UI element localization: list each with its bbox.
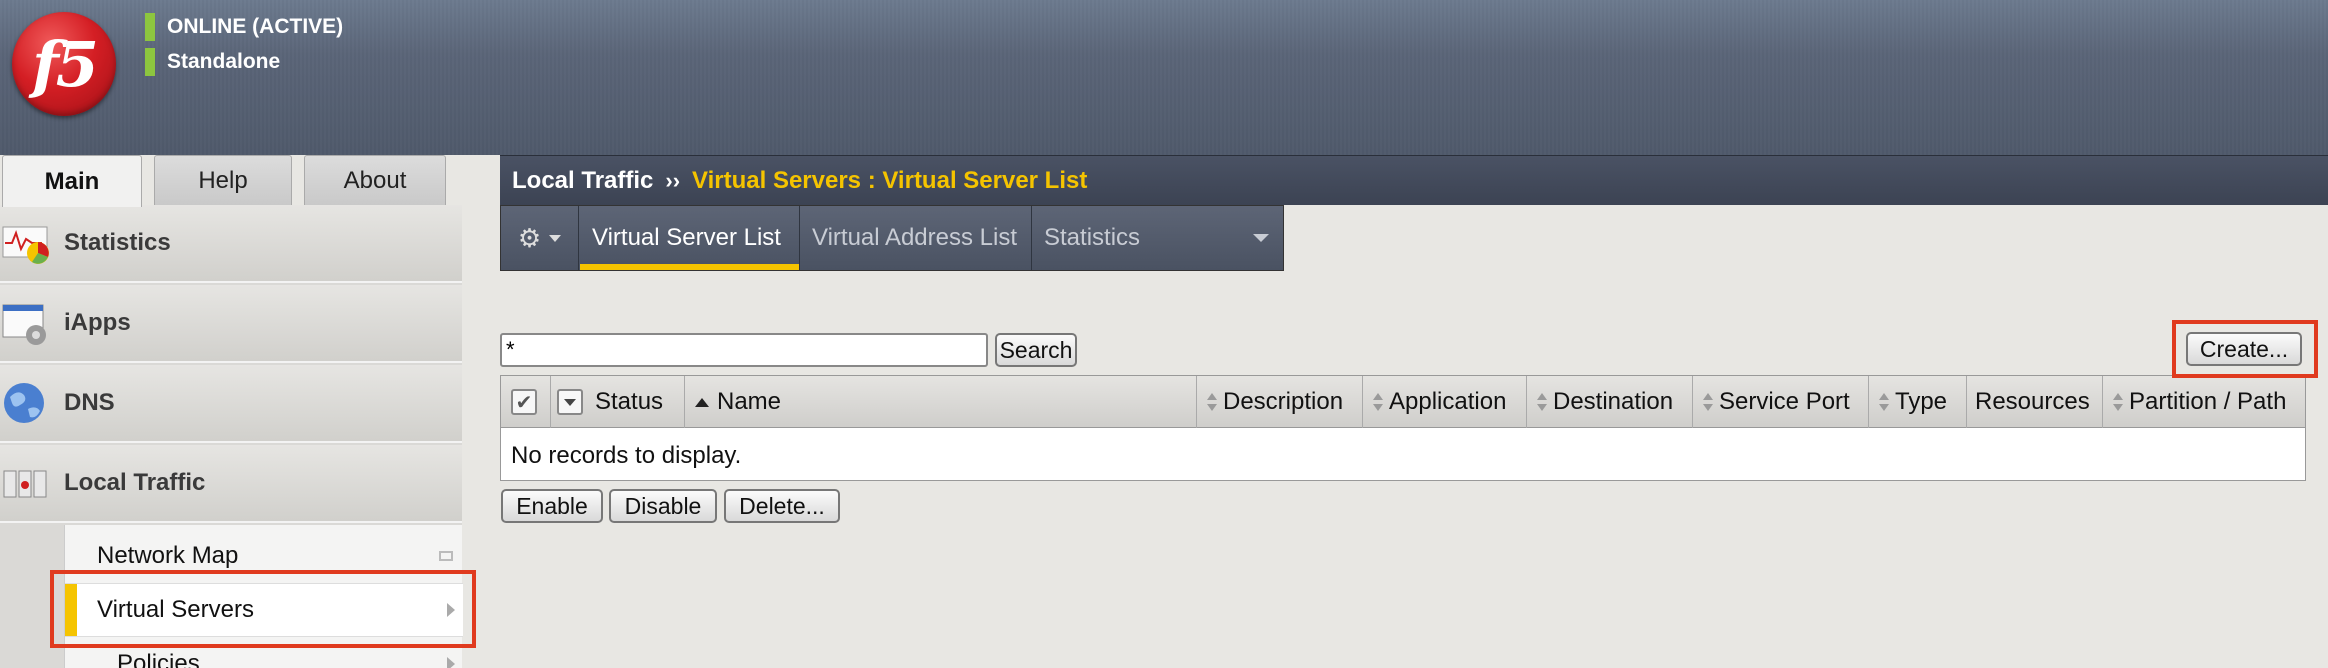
column-partition-path[interactable]: Partition / Path xyxy=(2103,376,2305,428)
breadcrumb-section[interactable]: Local Traffic xyxy=(512,167,653,195)
sort-icon xyxy=(1373,393,1383,411)
column-label: Destination xyxy=(1553,388,1674,415)
search-input[interactable] xyxy=(500,333,988,367)
tab-statistics[interactable]: Statistics xyxy=(1032,206,1283,270)
breadcrumb: Local Traffic ›› Virtual Servers : Virtu… xyxy=(500,155,2328,205)
subitem-label: Network Map xyxy=(97,542,239,569)
dropdown-arrow-icon xyxy=(1253,234,1269,242)
gear-icon: ⚙ xyxy=(517,222,542,253)
status-secondary-text: Standalone xyxy=(167,50,281,73)
column-label: Application xyxy=(1389,388,1507,415)
sidebar-item-label: Local Traffic xyxy=(64,469,206,496)
column-label: Resources xyxy=(1975,388,2090,415)
tab-virtual-server-list[interactable]: Virtual Server List xyxy=(580,206,800,270)
page-title: Virtual Servers : Virtual Server List xyxy=(692,166,1088,194)
status-standalone: Standalone xyxy=(145,48,280,76)
delete-button[interactable]: Delete... xyxy=(724,489,840,523)
sort-icon xyxy=(1703,393,1713,411)
column-name[interactable]: Name xyxy=(685,376,1197,428)
tab-label: Statistics xyxy=(1044,224,1141,251)
empty-table-message: No records to display. xyxy=(511,442,742,469)
tab-help[interactable]: Help xyxy=(154,155,292,205)
chevron-right-icon xyxy=(447,603,455,617)
sidebar-subitem-virtual-servers[interactable]: Virtual Servers xyxy=(65,583,463,637)
select-all-column: ✔ xyxy=(501,376,551,428)
column-service-port[interactable]: Service Port xyxy=(1693,376,1869,428)
column-description[interactable]: Description xyxy=(1197,376,1363,428)
column-status[interactable]: Status xyxy=(551,376,685,428)
column-label: Status xyxy=(595,388,664,415)
local-traffic-icon xyxy=(3,470,47,498)
create-button[interactable]: Create... xyxy=(2186,332,2302,366)
status-indicator xyxy=(145,48,155,76)
status-indicator xyxy=(145,13,155,41)
table-header: ✔ Status Name Description Application De… xyxy=(501,376,2305,428)
statistics-icon xyxy=(2,226,49,264)
header-banner: f5 ONLINE (ACTIVE) Standalone xyxy=(0,0,2328,155)
sidebar-subitem-policies[interactable]: Policies xyxy=(65,637,463,668)
sidebar-subitem-network-map[interactable]: Network Map xyxy=(65,529,463,583)
sidebar-item-label: DNS xyxy=(64,389,115,416)
disable-button[interactable]: Disable xyxy=(609,489,717,523)
tab-label: Virtual Server List xyxy=(592,224,781,251)
gear-menu-button[interactable]: ⚙ xyxy=(501,206,579,270)
enable-button[interactable]: Enable xyxy=(501,489,603,523)
sub-tab-bar: ⚙ Virtual Server List Virtual Address Li… xyxy=(500,205,1284,271)
column-label: Partition / Path xyxy=(2129,388,2287,415)
search-button[interactable]: Search xyxy=(995,333,1077,367)
status-online: ONLINE (ACTIVE) xyxy=(145,13,343,41)
sidebar-item-label: Statistics xyxy=(64,229,171,256)
tab-label: Virtual Address List xyxy=(812,224,1017,251)
breadcrumb-separator: ›› xyxy=(665,167,681,193)
sort-icon xyxy=(2113,393,2123,411)
sort-icon xyxy=(1207,393,1217,411)
tab-about[interactable]: About xyxy=(304,155,446,205)
sort-icon xyxy=(1537,393,1547,411)
column-label: Service Port xyxy=(1719,388,1850,415)
column-destination[interactable]: Destination xyxy=(1527,376,1693,428)
sidebar-item-label: iApps xyxy=(64,309,131,336)
sidebar: Statistics iApps DNS Local Traffic Netwo… xyxy=(0,205,463,668)
column-label: Name xyxy=(717,388,782,415)
status-primary-text: ONLINE (ACTIVE) xyxy=(167,15,344,38)
sort-ascending-icon xyxy=(695,397,709,407)
subitem-label: Policies xyxy=(117,650,200,668)
sidebar-item-statistics[interactable]: Statistics xyxy=(0,205,462,283)
f5-logo[interactable]: f5 xyxy=(12,12,116,116)
subitem-label: Virtual Servers xyxy=(97,596,254,623)
select-all-checkbox[interactable]: ✔ xyxy=(511,389,537,415)
sidebar-item-local-traffic[interactable]: Local Traffic xyxy=(0,445,462,523)
column-type[interactable]: Type xyxy=(1869,376,1967,428)
dns-globe-icon xyxy=(4,383,44,423)
virtual-server-table: ✔ Status Name Description Application De… xyxy=(500,375,2306,481)
sort-icon xyxy=(1879,393,1889,411)
local-traffic-submenu: Network Map Virtual Servers Policies xyxy=(64,525,463,668)
column-label: Description xyxy=(1223,388,1344,415)
tab-main[interactable]: Main xyxy=(2,155,142,207)
caret-down-icon xyxy=(549,234,562,242)
iapps-icon xyxy=(2,304,46,345)
sidebar-item-iapps[interactable]: iApps xyxy=(0,285,462,363)
status-filter-dropdown[interactable] xyxy=(557,389,583,415)
column-label: Type xyxy=(1895,388,1948,415)
column-application[interactable]: Application xyxy=(1363,376,1527,428)
chevron-right-icon xyxy=(447,657,455,668)
column-resources: Resources xyxy=(1967,376,2103,428)
popout-icon[interactable] xyxy=(439,551,453,561)
sidebar-item-dns[interactable]: DNS xyxy=(0,365,462,443)
tab-virtual-address-list[interactable]: Virtual Address List xyxy=(800,206,1032,270)
